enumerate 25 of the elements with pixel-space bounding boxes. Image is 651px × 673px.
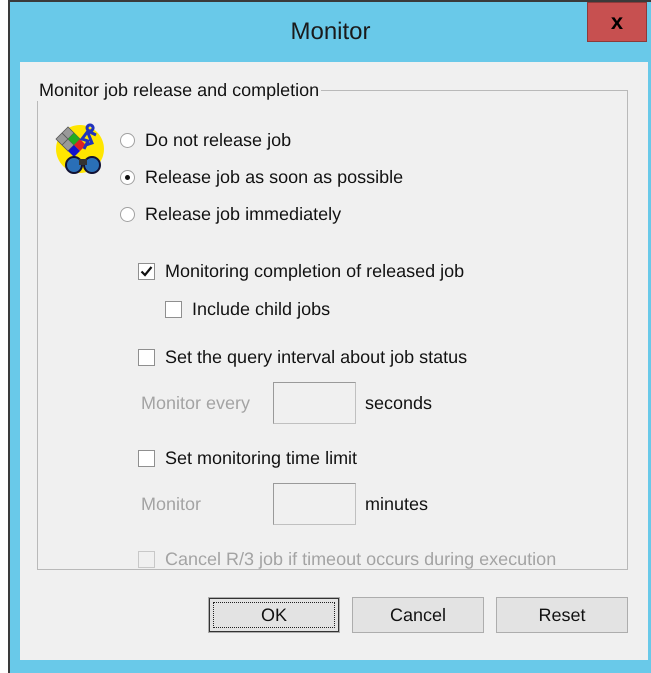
- field-label: Monitor: [141, 494, 202, 514]
- radio-button[interactable]: [120, 133, 135, 148]
- dialog-button[interactable]: Reset: [496, 597, 628, 633]
- radio-button[interactable]: [120, 170, 135, 185]
- radio-label: Release job as soon as possible: [145, 167, 404, 188]
- checkbox-label: Set the query interval about job status: [165, 347, 468, 368]
- close-button[interactable]: x: [587, 2, 647, 42]
- dialog-button[interactable]: Cancel: [352, 597, 484, 633]
- field-label: Monitor every: [141, 392, 252, 414]
- checkbox[interactable]: [138, 450, 155, 467]
- checkbox[interactable]: [138, 349, 155, 366]
- dialog-button[interactable]: OK: [208, 597, 340, 633]
- checkbox-label: Monitoring completion of released job: [165, 261, 464, 282]
- checkbox[interactable]: [138, 263, 155, 280]
- group-label: Monitor job release and completion: [38, 80, 320, 101]
- radio-label: Do not release job: [145, 130, 292, 151]
- checkbox[interactable]: [165, 301, 182, 318]
- radio-label: Release job immediately: [145, 204, 342, 225]
- unit-label: minutes: [365, 494, 428, 514]
- checkbox-label: Set monitoring time limit: [165, 448, 358, 469]
- unit-label: seconds: [365, 392, 432, 414]
- radio-button[interactable]: [120, 207, 135, 222]
- window-title: Monitor: [290, 18, 371, 46]
- checkbox-label: Include child jobs: [192, 299, 330, 320]
- checkbox-label: Cancel R/3 job if timeout occurs during execution: [165, 549, 556, 570]
